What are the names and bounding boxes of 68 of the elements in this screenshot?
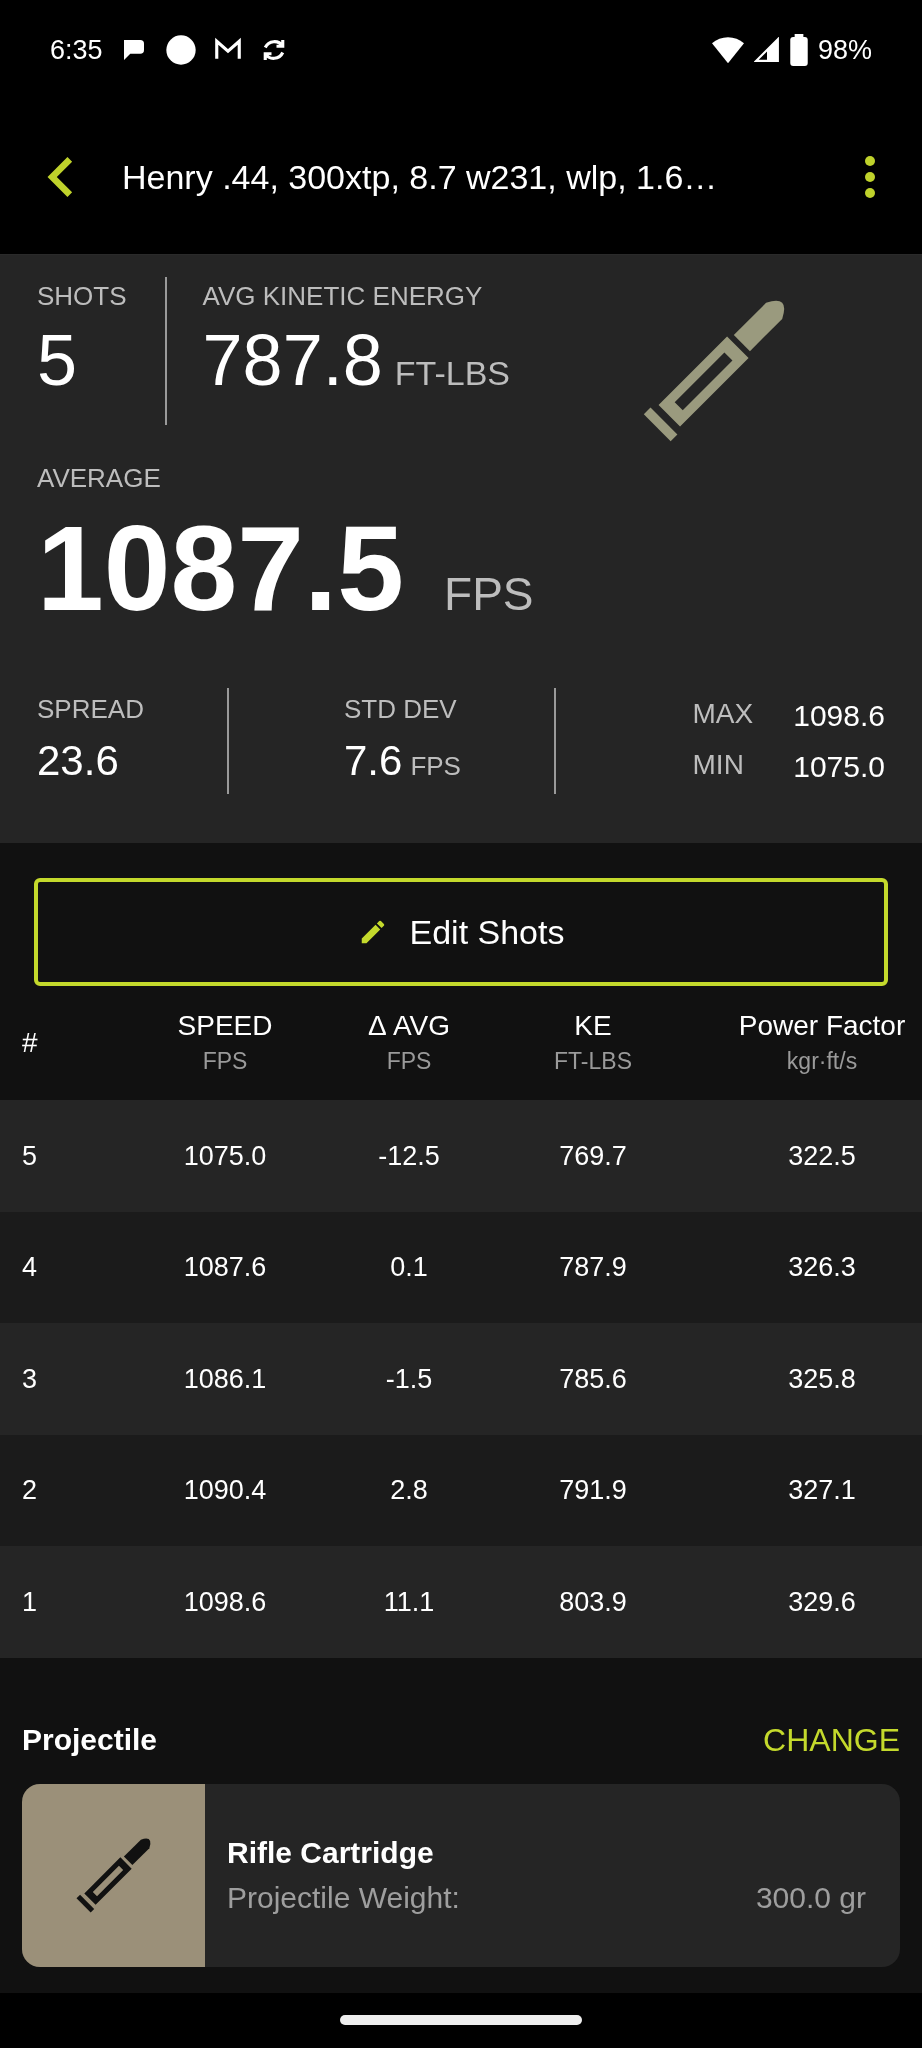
- home-indicator[interactable]: [340, 2015, 582, 2026]
- table-cell-text: 2: [22, 1474, 38, 1507]
- column-header: Δ AVG: [368, 1008, 450, 1043]
- stat-value: 787.8: [202, 319, 383, 402]
- table-cell-text: 1090.4: [183, 1474, 267, 1507]
- table-cell-text: 329.6: [788, 1585, 856, 1619]
- stat-value: 23.6: [37, 736, 120, 786]
- weight-value: 300.0 gr: [755, 1880, 866, 1916]
- stat-label: AVERAGE: [37, 462, 162, 495]
- table-cell-text: 325.8: [788, 1362, 856, 1396]
- column-unit: FPS: [386, 1046, 432, 1076]
- table-cell-text: 1098.6: [183, 1585, 267, 1619]
- battery-percent: 98%: [817, 33, 872, 67]
- projectile-name: Rifle Cartridge: [227, 1835, 435, 1871]
- table-cell-text: -1.5: [385, 1362, 433, 1396]
- table-cell-text: 2.8: [390, 1474, 428, 1507]
- section-title: Projectile: [22, 1722, 158, 1758]
- table-cell-text: -12.5: [378, 1139, 440, 1173]
- table-cell-text: 1086.1: [183, 1362, 267, 1396]
- stat-label: AVG KINETIC ENERGY: [202, 280, 484, 313]
- stat-label: STD DEV: [344, 693, 458, 726]
- table-cell-text: 3: [22, 1362, 38, 1396]
- status-time: 6:35: [50, 33, 103, 67]
- screen-title: Henry .44, 300xtp, 8.7 w231, wlp, 1.6…: [122, 156, 719, 198]
- table-cell-text: 1075.0: [183, 1139, 267, 1173]
- column-header: KE: [574, 1008, 612, 1043]
- stat-label: MIN: [692, 748, 745, 782]
- table-cell-text: 769.7: [559, 1139, 627, 1173]
- stat-value: 5: [37, 319, 79, 402]
- average-unit: FPS: [444, 567, 534, 622]
- average-value: 1087.5: [37, 500, 405, 637]
- table-cell-text: 791.9: [559, 1474, 627, 1507]
- more-icon: [864, 155, 876, 199]
- weight-label: Projectile Weight:: [227, 1880, 460, 1916]
- stat-label: SHOTS: [37, 280, 127, 313]
- table-cell-text: 5: [22, 1139, 38, 1173]
- stat-label: MAX: [692, 697, 754, 731]
- table-cell-text: 785.6: [559, 1362, 627, 1396]
- table-cell-text: 326.3: [788, 1251, 856, 1284]
- column-unit: kgr·ft/s: [786, 1046, 858, 1076]
- stat-value: 7.6: [344, 736, 403, 786]
- stat-unit: FPS: [410, 750, 461, 783]
- column-header: #: [22, 1026, 38, 1060]
- table-cell-text: 1: [22, 1585, 38, 1619]
- table-cell-text: 803.9: [559, 1585, 627, 1619]
- more-button[interactable]: [864, 155, 876, 199]
- column-header: SPEED: [177, 1008, 273, 1043]
- change-button[interactable]: CHANGE: [763, 1715, 900, 1764]
- table-cell-text: 322.5: [788, 1139, 856, 1173]
- circle-icon: [164, 34, 197, 66]
- column-unit: FPS: [202, 1046, 248, 1076]
- battery-icon: [789, 34, 808, 66]
- projectile-card[interactable]: Rifle Cartridge Projectile Weight: 300.0 gr: [22, 1783, 900, 1967]
- table-cell-text: 4: [22, 1251, 38, 1284]
- stat-label: SPREAD: [37, 693, 145, 726]
- stat-value: 1098.6: [793, 698, 885, 734]
- table-cell-text: 0.1: [390, 1251, 428, 1284]
- signal-icon: [753, 37, 780, 63]
- column-unit: FT-LBS: [554, 1046, 632, 1076]
- edit-shots-button[interactable]: Edit Shots: [34, 878, 888, 986]
- table-cell-text: 327.1: [788, 1474, 856, 1507]
- table-cell-text: 11.1: [383, 1585, 435, 1619]
- stat-unit: FT-LBS: [394, 353, 510, 394]
- table-cell-text: 1087.6: [183, 1251, 267, 1284]
- table-cell-text: 787.9: [559, 1251, 627, 1284]
- wifi-icon: [711, 35, 744, 65]
- column-header: Power Factor: [738, 1008, 906, 1043]
- stat-value: 1075.0: [793, 749, 885, 785]
